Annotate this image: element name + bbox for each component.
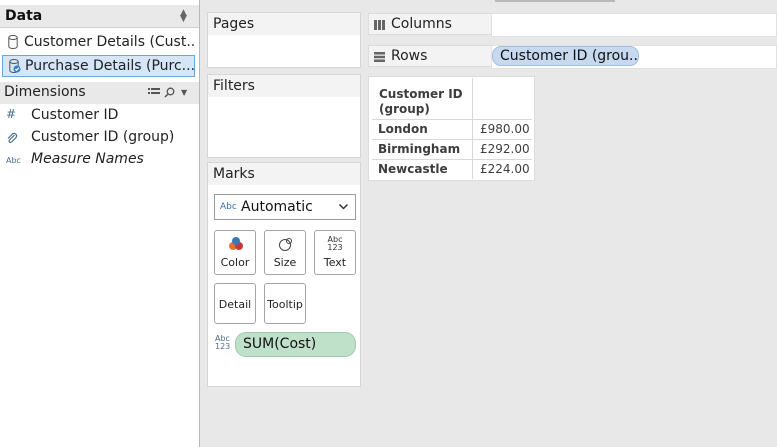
pages-card[interactable]: Pages (207, 12, 361, 68)
data-pane-title: Data (5, 8, 43, 24)
crosstab-view: Customer ID (group) London £980.00 Birmi… (368, 76, 535, 181)
rows-icon (374, 52, 385, 62)
text-button[interactable]: Abc 123 Text (314, 230, 356, 275)
filters-title: Filters (213, 78, 255, 94)
text-mark-icon-123: 123 (215, 342, 231, 351)
sum-cost-pill[interactable]: SUM(Cost) (235, 332, 356, 357)
size-label: Size (273, 256, 297, 269)
cell-value: £224.00 (480, 162, 530, 176)
filters-card[interactable]: Filters (207, 74, 361, 158)
text-mark-icon: Abc 123 (215, 335, 230, 351)
mark-type-value: Automatic (241, 199, 313, 215)
rows-pill-label: Customer ID (grou.. (500, 48, 638, 64)
pages-title: Pages (213, 16, 255, 32)
marks-card-header: Marks (208, 163, 360, 185)
columns-drop-area[interactable] (491, 13, 777, 37)
dimensions-header: Dimensions ▼ (0, 82, 199, 104)
marks-title: Marks (213, 166, 255, 182)
abc-icon: Abc (6, 156, 21, 165)
row-label: London (378, 122, 428, 136)
row-header-line2: (group) (379, 102, 430, 116)
chevron-down-icon[interactable]: ▼ (181, 88, 187, 97)
database-icon (8, 35, 18, 49)
hash-icon: # (6, 107, 17, 121)
color-button[interactable]: Color (214, 230, 256, 275)
paperclip-icon (7, 132, 18, 143)
dimension-label: Customer ID (31, 107, 119, 123)
row-label: Birmingham (378, 142, 461, 156)
color-icon (229, 237, 243, 250)
dimension-item-customer-id-group[interactable]: Customer ID (group) (0, 128, 199, 150)
text-icon-123: 123 (327, 243, 343, 252)
row-label: Newcastle (378, 162, 448, 176)
datasource-label: Customer Details (Cust... (24, 34, 195, 50)
data-pane-header: Data ▲ ▼ (0, 5, 199, 28)
table-row[interactable]: London £980.00 (372, 119, 532, 139)
view-list-icon[interactable] (148, 87, 160, 97)
cell-value: £980.00 (480, 122, 530, 136)
rows-label: Rows (391, 48, 428, 64)
customer-id-group-pill[interactable]: Customer ID (grou.. (492, 46, 639, 66)
cell-value: £292.00 (480, 142, 530, 156)
tooltip-label: Tooltip (267, 298, 303, 311)
datasource-customer-details[interactable]: Customer Details (Cust... (2, 32, 195, 54)
dimension-item-measure-names[interactable]: Abc Measure Names (0, 150, 199, 172)
table-row[interactable]: Birmingham £292.00 (372, 139, 532, 159)
filters-card-header: Filters (208, 75, 360, 97)
database-linked-icon (9, 59, 21, 73)
mark-type-dropdown[interactable]: Abc Automatic (214, 194, 356, 220)
dimensions-title: Dimensions (4, 84, 86, 100)
tab-strip-edge (495, 0, 615, 2)
row-header[interactable]: Customer ID (group) (379, 87, 463, 117)
chevron-down-icon (338, 203, 349, 210)
data-pane: Data ▲ ▼ Customer Details (Cust... Purcha… (0, 0, 200, 447)
color-label: Color (220, 256, 250, 269)
dimension-label: Measure Names (31, 151, 144, 167)
dimension-item-customer-id[interactable]: # Customer ID (0, 106, 199, 128)
columns-shelf: Columns (368, 13, 777, 37)
size-button[interactable]: Size (264, 230, 306, 275)
datasource-purchase-details[interactable]: Purchase Details (Purc... (2, 55, 195, 77)
search-icon[interactable] (164, 87, 175, 98)
text-icon: Abc 123 (315, 236, 355, 252)
text-label: Text (323, 256, 347, 269)
tooltip-button[interactable]: Tooltip (264, 283, 306, 324)
datasource-label: Purchase Details (Purc... (25, 58, 195, 74)
detail-label: Detail (218, 298, 252, 311)
row-header-line1: Customer ID (379, 87, 463, 101)
columns-icon (374, 20, 385, 30)
pages-card-header: Pages (208, 13, 360, 35)
abc-icon: Abc (220, 202, 237, 212)
dimension-label: Customer ID (group) (31, 129, 175, 145)
columns-label: Columns (391, 16, 452, 32)
size-icon (279, 238, 292, 251)
sort-icon[interactable]: ▲ ▼ (180, 9, 187, 24)
marks-card: Marks Abc Automatic Color Size Abc 123 T… (207, 162, 361, 387)
table-row[interactable]: Newcastle £224.00 (372, 159, 532, 179)
sum-cost-label: SUM(Cost) (243, 336, 317, 352)
detail-button[interactable]: Detail (214, 283, 256, 324)
